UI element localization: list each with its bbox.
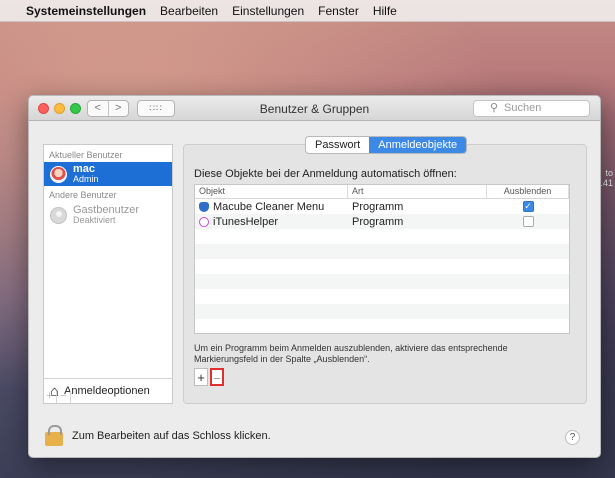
lock-icon[interactable] bbox=[45, 424, 63, 446]
user-item-guest[interactable]: Gastbenutzer Deaktiviert bbox=[44, 203, 172, 227]
menu-item-hilfe[interactable]: Hilfe bbox=[373, 4, 397, 18]
preferences-window: < > ∷∷ Benutzer & Gruppen ⚲ Suchen Aktue… bbox=[28, 95, 601, 458]
add-login-item-button[interactable]: + bbox=[194, 368, 208, 386]
empty-row bbox=[195, 229, 569, 244]
help-button[interactable]: ? bbox=[565, 430, 580, 445]
table-row[interactable]: iTunesHelper Programm bbox=[195, 214, 569, 229]
item-kind: Programm bbox=[352, 200, 404, 213]
hide-checkbox[interactable]: ✓ bbox=[522, 201, 534, 212]
empty-row bbox=[195, 304, 569, 319]
empty-row bbox=[195, 244, 569, 259]
column-header-object[interactable]: Objekt bbox=[195, 185, 348, 198]
hide-instruction-text: Um ein Programm beim Anmelden auszublend… bbox=[194, 343, 508, 364]
user-name: Gastbenutzer bbox=[73, 204, 140, 216]
avatar bbox=[50, 165, 67, 183]
desktop-text: to bbox=[605, 168, 613, 178]
tab-login-items[interactable]: Anmeldeobjekte bbox=[369, 137, 467, 153]
login-item-controls: + − bbox=[194, 368, 224, 386]
menu-bar: Systemeinstellungen Bearbeiten Einstellu… bbox=[0, 0, 615, 22]
table-header: Objekt Art Ausblenden bbox=[195, 185, 569, 199]
lock-bar: Zum Bearbeiten auf das Schloss klicken. bbox=[29, 415, 600, 457]
column-header-kind[interactable]: Art bbox=[348, 185, 487, 198]
user-name: mac bbox=[73, 163, 96, 175]
item-name: Macube Cleaner Menu bbox=[213, 200, 325, 213]
remove-user-button[interactable]: − bbox=[57, 390, 71, 403]
itunes-icon bbox=[199, 216, 209, 227]
menu-app-name[interactable]: Systemeinstellungen bbox=[26, 4, 146, 18]
item-name: iTunesHelper bbox=[213, 215, 279, 228]
tab-password[interactable]: Passwort bbox=[306, 137, 369, 153]
empty-row bbox=[195, 289, 569, 304]
other-users-header: Andere Benutzer bbox=[49, 190, 117, 200]
user-list: Aktueller Benutzer mac Admin Andere Benu… bbox=[43, 144, 173, 404]
tab-bar: Passwort Anmeldeobjekte bbox=[305, 136, 468, 154]
shield-icon bbox=[199, 201, 209, 212]
empty-row bbox=[195, 274, 569, 289]
search-input[interactable]: ⚲ Suchen bbox=[473, 100, 590, 117]
remove-login-item-button[interactable]: − bbox=[210, 368, 224, 386]
hide-checkbox[interactable] bbox=[522, 216, 534, 227]
menu-item-bearbeiten[interactable]: Bearbeiten bbox=[160, 4, 218, 18]
menu-item-fenster[interactable]: Fenster bbox=[318, 4, 359, 18]
guest-avatar bbox=[50, 206, 67, 224]
search-icon: ⚲ bbox=[490, 102, 499, 114]
current-user-header: Aktueller Benutzer bbox=[49, 150, 123, 160]
user-role: Admin bbox=[73, 174, 99, 184]
search-placeholder: Suchen bbox=[504, 102, 542, 114]
desktop-text: .41 bbox=[600, 178, 613, 188]
title-bar: < > ∷∷ Benutzer & Gruppen ⚲ Suchen bbox=[29, 96, 600, 121]
add-user-button[interactable]: + bbox=[43, 390, 57, 403]
item-kind: Programm bbox=[352, 215, 404, 228]
menu-item-einstellungen[interactable]: Einstellungen bbox=[232, 4, 304, 18]
sidebar-controls: + − bbox=[43, 389, 173, 404]
panel-heading: Diese Objekte bei der Anmeldung automati… bbox=[194, 168, 457, 180]
user-item-mac[interactable]: mac Admin bbox=[44, 162, 172, 186]
user-role: Deaktiviert bbox=[73, 215, 116, 225]
table-row[interactable]: Macube Cleaner Menu Programm ✓ bbox=[195, 199, 569, 214]
empty-row bbox=[195, 259, 569, 274]
lock-text: Zum Bearbeiten auf das Schloss klicken. bbox=[72, 430, 271, 442]
column-header-hide[interactable]: Ausblenden bbox=[487, 185, 569, 198]
login-items-table: Objekt Art Ausblenden Macube Cleaner Men… bbox=[194, 184, 570, 334]
login-items-panel: Diese Objekte bei der Anmeldung automati… bbox=[183, 144, 587, 404]
